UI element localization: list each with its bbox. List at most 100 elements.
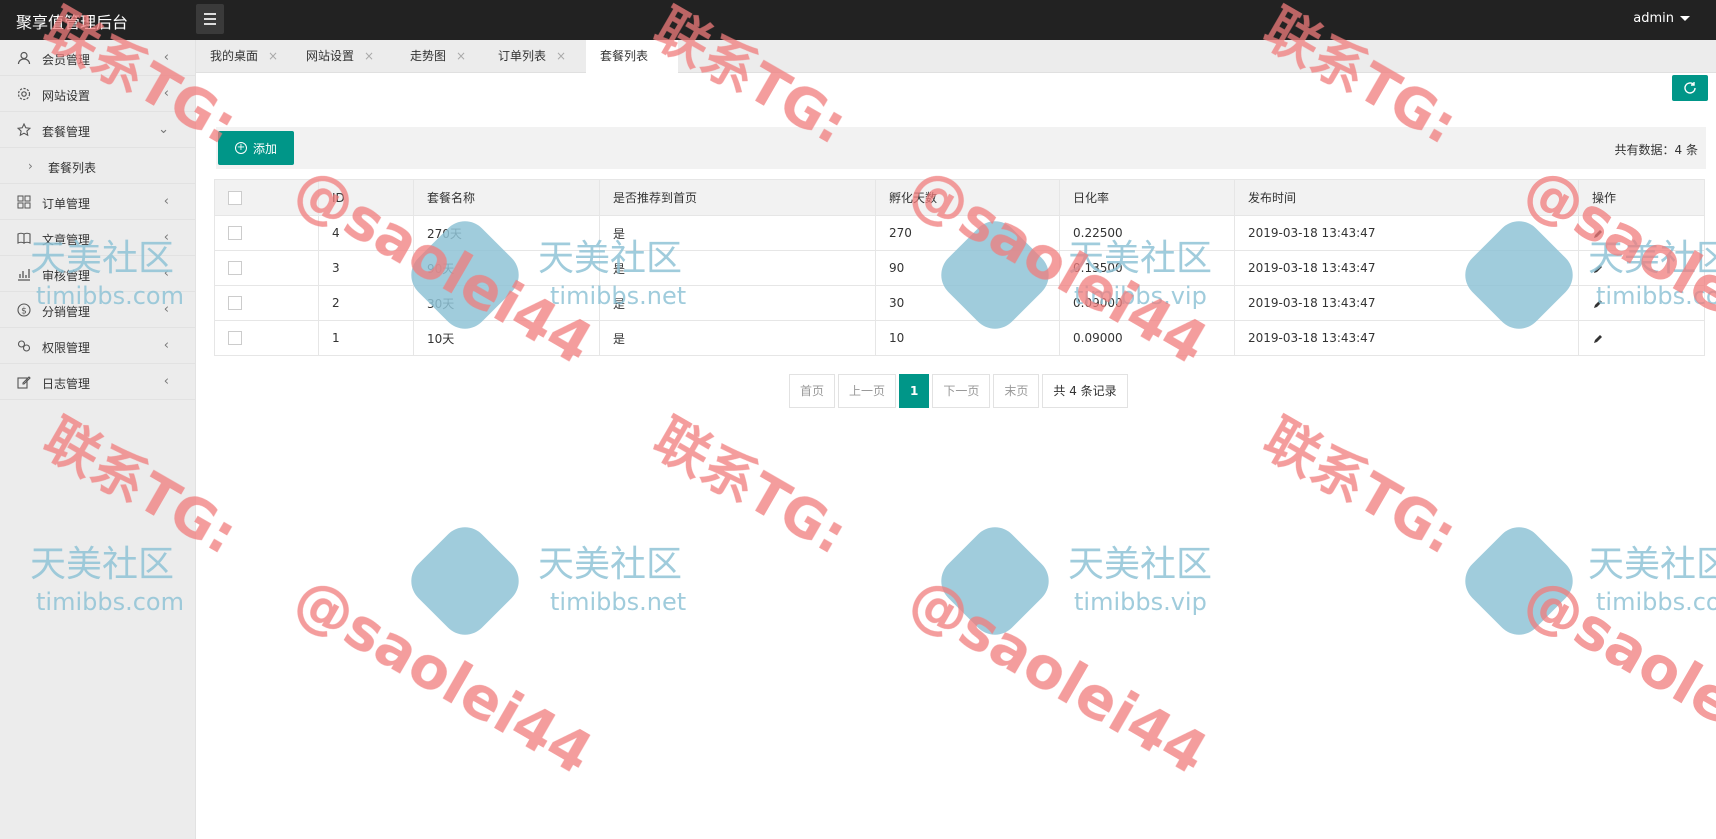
svg-text:$: $ [21,306,27,316]
table-row: 3 90天 是 90 0.13500 2019-03-18 13:43:47 [214,250,1705,286]
cell-name: 10天 [413,320,600,356]
header-days: 孵化天数 [875,179,1060,216]
refresh-button[interactable] [1672,75,1708,101]
chevron-left-icon: ‹ [163,338,169,353]
toolbar: + 添加 共有数据：4 条 [216,127,1706,169]
cell-time: 2019-03-18 13:43:47 [1234,250,1579,286]
cell-rate: 0.22500 [1059,215,1235,251]
chart-icon [16,266,31,281]
row-checkbox[interactable] [228,296,242,311]
table-header-row: ID 套餐名称 是否推荐到首页 孵化天数 日化率 发布时间 操作 [214,179,1705,216]
chevron-left-icon: ‹ [163,302,169,317]
chevron-left-icon: ‹ [163,194,169,209]
brand-title: 聚享值管理后台 [16,13,129,32]
table-row: 2 30天 是 30 0.09000 2019-03-18 13:43:47 [214,285,1705,321]
add-package-button[interactable]: + 添加 [218,131,294,165]
refresh-icon [1684,82,1696,94]
cell-recommend: 是 [599,320,876,356]
cell-days: 30 [875,285,1060,321]
cell-time: 2019-03-18 13:43:47 [1234,285,1579,321]
cell-name: 270天 [413,215,600,251]
chevron-left-icon: ‹ [163,266,169,281]
cell-days: 10 [875,320,1060,356]
sidebar-item-logs[interactable]: 日志管理 ‹ [0,364,195,400]
cell-name: 30天 [413,285,600,321]
sidebar-item-packages[interactable]: 套餐管理 ⌄ [0,112,195,148]
header-rate: 日化率 [1059,179,1235,216]
cell-recommend: 是 [599,285,876,321]
pagination: 首页 上一页 1 下一页 末页 共 4 条记录 [789,374,1128,408]
pencil-icon[interactable] [1592,228,1604,240]
tab-package-list[interactable]: 套餐列表 [586,40,678,74]
cell-days: 90 [875,250,1060,286]
page-prev[interactable]: 上一页 [838,374,897,408]
tab-bar: 我的桌面 × 网站设置 × 走势图 × 订单列表 × 套餐列表 [196,40,1716,74]
tab-order-list[interactable]: 订单列表 × [484,40,586,73]
cell-time: 2019-03-18 13:43:47 [1234,320,1579,356]
header-package-name: 套餐名称 [413,179,600,216]
pencil-icon[interactable] [1592,263,1604,275]
chevron-down-icon: ⌄ [158,122,169,137]
cell-recommend: 是 [599,215,876,251]
row-checkbox[interactable] [228,331,242,346]
sidebar-item-site-settings[interactable]: 网站设置 ‹ [0,76,195,112]
tab-site-settings[interactable]: 网站设置 × [292,40,396,73]
chevron-left-icon: ‹ [163,86,169,101]
sidebar-item-review[interactable]: 审核管理 ‹ [0,256,195,292]
caret-down-icon [1680,16,1690,21]
page-current[interactable]: 1 [899,374,930,408]
page-next[interactable]: 下一页 [932,374,991,408]
tab-my-desktop[interactable]: 我的桌面 × [196,40,292,73]
cell-rate: 0.13500 [1059,250,1235,286]
cell-days: 270 [875,215,1060,251]
user-menu[interactable]: admin [1633,11,1690,26]
cell-name: 90天 [413,250,600,286]
sidebar-item-orders[interactable]: 订单管理 ‹ [0,184,195,220]
select-all-cell[interactable] [214,179,319,216]
row-checkbox[interactable] [228,261,242,276]
header-actions: 操作 [1578,179,1705,216]
tab-trend-chart[interactable]: 走势图 × [396,40,484,73]
pencil-icon[interactable] [1592,333,1604,345]
menu-toggle-button[interactable] [196,4,224,34]
user-name: admin [1633,11,1674,26]
cell-id: 1 [318,320,414,356]
sidebar: 会员管理 ‹ 网站设置 ‹ 套餐管理 ⌄ › 套餐列表 订单管理 ‹ 文章管理 … [0,40,196,839]
sidebar-subitem-package-list[interactable]: › 套餐列表 [0,148,195,184]
page-last[interactable]: 末页 [993,374,1040,408]
chevron-left-icon: ‹ [163,374,169,389]
total-count: 共有数据：4 条 [1614,143,1698,157]
pencil-icon[interactable] [1592,298,1604,310]
select-all-checkbox[interactable] [228,190,242,205]
cell-rate: 0.09000 [1059,285,1235,321]
close-icon[interactable]: × [556,49,566,63]
close-icon[interactable]: × [456,49,466,63]
header-recommend: 是否推荐到首页 [599,179,876,216]
chevron-right-icon: › [28,159,33,173]
cell-id: 3 [318,250,414,286]
table-row: 1 10天 是 10 0.09000 2019-03-18 13:43:47 [214,320,1705,356]
row-checkbox[interactable] [228,226,242,241]
edit-icon [16,374,31,389]
link-icon [16,338,31,353]
cell-recommend: 是 [599,250,876,286]
hamburger-icon [204,13,216,15]
sidebar-item-members[interactable]: 会员管理 ‹ [0,40,195,76]
cell-time: 2019-03-18 13:43:47 [1234,215,1579,251]
page-first[interactable]: 首页 [789,374,836,408]
close-icon[interactable]: × [268,49,278,63]
sidebar-item-permissions[interactable]: 权限管理 ‹ [0,328,195,364]
cell-rate: 0.09000 [1059,320,1235,356]
user-icon [16,50,31,65]
header-time: 发布时间 [1234,179,1579,216]
grid-icon [16,194,31,209]
table-row: 4 270天 是 270 0.22500 2019-03-18 13:43:47 [214,215,1705,251]
sidebar-item-articles[interactable]: 文章管理 ‹ [0,220,195,256]
plus-circle-icon: + [234,142,247,154]
gear-icon [16,86,31,101]
chevron-left-icon: ‹ [163,230,169,245]
top-header: 聚享值管理后台 admin [0,0,1716,40]
close-icon[interactable]: × [364,49,374,63]
sidebar-item-distribution[interactable]: $ 分销管理 ‹ [0,292,195,328]
chevron-left-icon: ‹ [163,50,169,65]
